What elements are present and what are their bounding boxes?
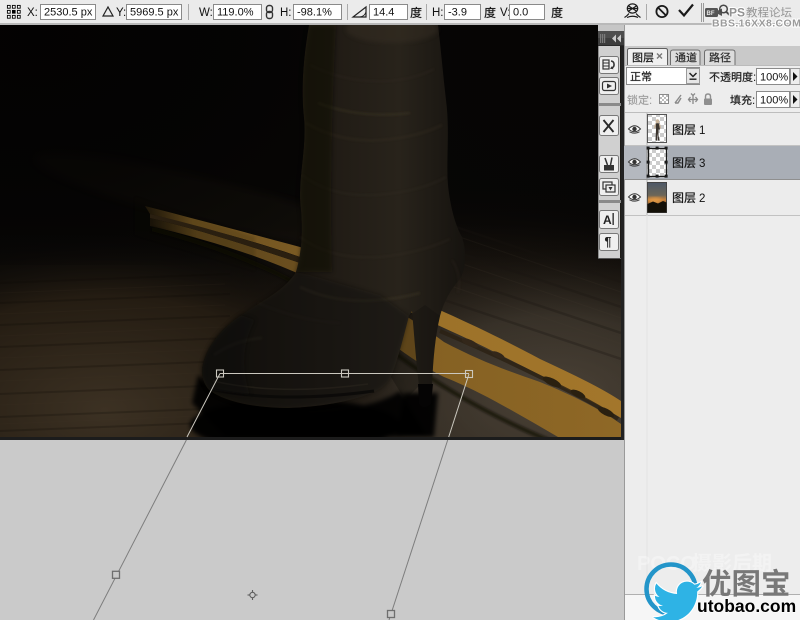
- svg-text:BF: BF: [707, 11, 715, 17]
- svg-text:utobao.com: utobao.com: [697, 596, 796, 616]
- svg-text:BBS.16XX8.COM: BBS.16XX8.COM: [712, 18, 800, 30]
